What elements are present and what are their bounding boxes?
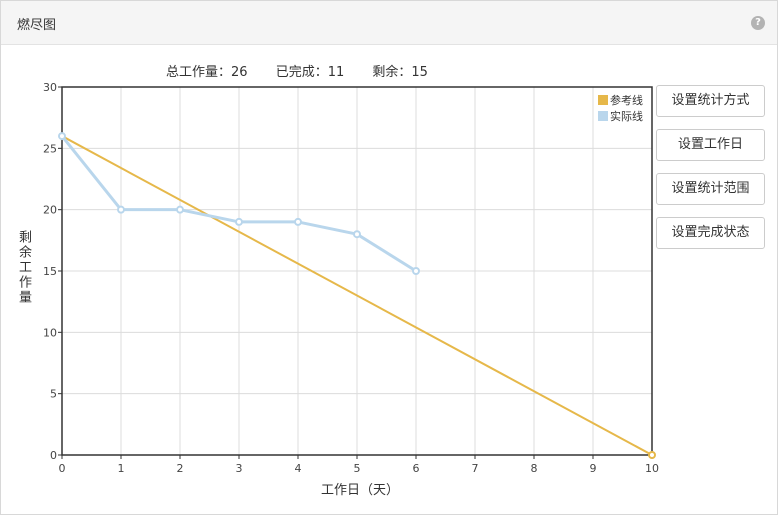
- legend-swatch-actual: [598, 111, 608, 121]
- y-tick-label: 30: [43, 81, 57, 94]
- x-tick-label: 9: [590, 462, 597, 475]
- legend-label-actual: 实际线: [610, 109, 643, 123]
- actual-point: [176, 205, 184, 214]
- set-workdays-button[interactable]: 设置工作日: [656, 129, 765, 161]
- actual-point: [294, 217, 302, 226]
- x-tick-label: 6: [413, 462, 420, 475]
- set-stat-method-button[interactable]: 设置统计方式: [656, 85, 765, 117]
- actual-point: [58, 132, 66, 141]
- legend-label-reference: 参考线: [610, 93, 643, 107]
- x-axis-label: 工作日（天）: [321, 483, 399, 498]
- reference-point: [648, 451, 656, 459]
- y-tick-label: 20: [43, 204, 57, 217]
- y-tick-label: 25: [43, 142, 57, 155]
- actual-point: [235, 217, 243, 226]
- x-tick-label: 5: [354, 462, 361, 475]
- y-tick-label: 10: [43, 326, 57, 339]
- actual-point: [117, 205, 125, 214]
- x-tick-label: 10: [645, 462, 659, 475]
- y-tick-label: 5: [50, 388, 57, 401]
- x-tick-label: 0: [59, 462, 66, 475]
- x-tick-label: 7: [472, 462, 479, 475]
- x-tick-label: 2: [177, 462, 184, 475]
- set-done-status-button[interactable]: 设置完成状态: [656, 217, 765, 249]
- legend-swatch-reference: [598, 95, 608, 105]
- x-tick-label: 1: [118, 462, 125, 475]
- y-tick-label: 0: [50, 449, 57, 462]
- settings-buttons: 设置统计方式 设置工作日 设置统计范围 设置完成状态: [656, 85, 767, 261]
- x-tick-label: 3: [236, 462, 243, 475]
- x-tick-label: 4: [295, 462, 302, 475]
- set-stat-range-button[interactable]: 设置统计范围: [656, 173, 765, 205]
- actual-point: [353, 230, 361, 239]
- y-tick-label: 15: [43, 265, 57, 278]
- x-tick-label: 8: [531, 462, 538, 475]
- actual-point: [412, 267, 420, 275]
